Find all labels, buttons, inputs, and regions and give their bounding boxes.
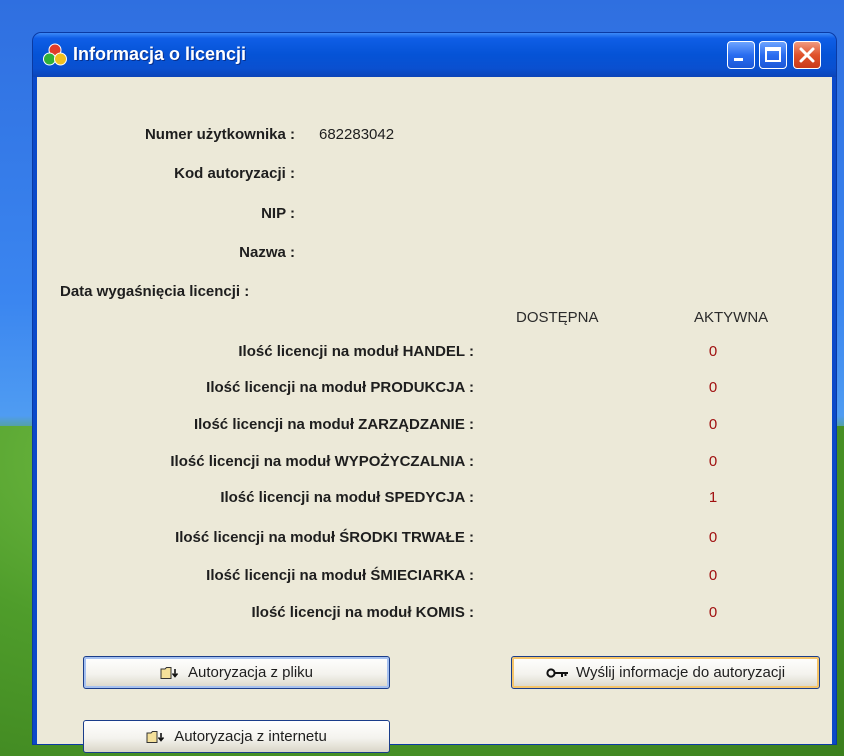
window-title: Informacja o licencji bbox=[73, 44, 247, 64]
send-auth-info-button[interactable]: Wyślij informacje do autoryzacji bbox=[511, 656, 820, 689]
module-active-komis: 0 bbox=[708, 604, 718, 621]
module-label-produkcja: Ilość licencji na moduł PRODUKCJA : bbox=[206, 379, 474, 396]
module-label-komis: Ilość licencji na moduł KOMIS : bbox=[251, 604, 474, 621]
send-auth-info-label: Wyślij informacje do autoryzacji bbox=[575, 664, 786, 681]
user-number-value: 682283042 bbox=[319, 126, 395, 143]
minimize-button[interactable] bbox=[727, 41, 755, 69]
title-bar[interactable]: Informacja o licencji bbox=[33, 33, 836, 77]
auth-from-internet-label: Autoryzacja z internetu bbox=[174, 728, 327, 745]
close-button[interactable] bbox=[793, 41, 821, 69]
module-active-wypozyczalnia: 0 bbox=[708, 453, 718, 470]
dialog-body: Numer użytkownika : 682283042 Kod autory… bbox=[37, 77, 832, 753]
module-active-srodki-trwale: 0 bbox=[708, 529, 718, 546]
module-label-zarzadzanie: Ilość licencji na moduł ZARZĄDZANIE : bbox=[193, 416, 474, 433]
key-icon bbox=[546, 667, 568, 678]
license-expiry-label: Data wygaśnięcia licencji : bbox=[60, 283, 250, 300]
nip-label: NIP : bbox=[261, 205, 295, 222]
module-label-handel: Ilość licencji na moduł HANDEL : bbox=[238, 343, 474, 360]
auth-from-file-button[interactable]: Autoryzacja z pliku bbox=[83, 656, 390, 689]
module-active-spedycja: 1 bbox=[708, 489, 718, 506]
folder-arrow-icon bbox=[160, 666, 179, 679]
maximize-button[interactable] bbox=[759, 41, 787, 69]
available-column-header: DOSTĘPNA bbox=[516, 309, 599, 326]
minimize-icon bbox=[734, 58, 743, 61]
user-number-label: Numer użytkownika : bbox=[144, 126, 295, 143]
module-label-srodki-trwale: Ilość licencji na moduł ŚRODKI TRWAŁE : bbox=[175, 529, 474, 546]
folder-arrow-icon bbox=[146, 730, 165, 743]
module-active-zarzadzanie: 0 bbox=[708, 416, 718, 433]
active-column-header: AKTYWNA bbox=[694, 309, 769, 326]
colored-circles-icon bbox=[43, 43, 67, 66]
auth-from-internet-button[interactable]: Autoryzacja z internetu bbox=[83, 720, 390, 753]
module-active-produkcja: 0 bbox=[708, 379, 718, 396]
module-label-spedycja: Ilość licencji na moduł SPEDYCJA : bbox=[220, 489, 474, 506]
maximize-icon bbox=[765, 47, 781, 62]
auth-from-file-label: Autoryzacja z pliku bbox=[187, 664, 314, 681]
module-label-smieciarka: Ilość licencji na moduł ŚMIECIARKA : bbox=[206, 567, 474, 584]
auth-code-label: Kod autoryzacji : bbox=[174, 165, 295, 182]
name-label: Nazwa : bbox=[239, 244, 295, 261]
module-active-smieciarka: 0 bbox=[708, 567, 718, 584]
module-label-wypozyczalnia: Ilość licencji na moduł WYPOŻYCZALNIA : bbox=[170, 453, 474, 470]
module-active-handel: 0 bbox=[708, 343, 718, 360]
close-icon bbox=[799, 47, 815, 63]
license-info-window: Informacja o licencji Numer użytkownika … bbox=[33, 33, 836, 753]
